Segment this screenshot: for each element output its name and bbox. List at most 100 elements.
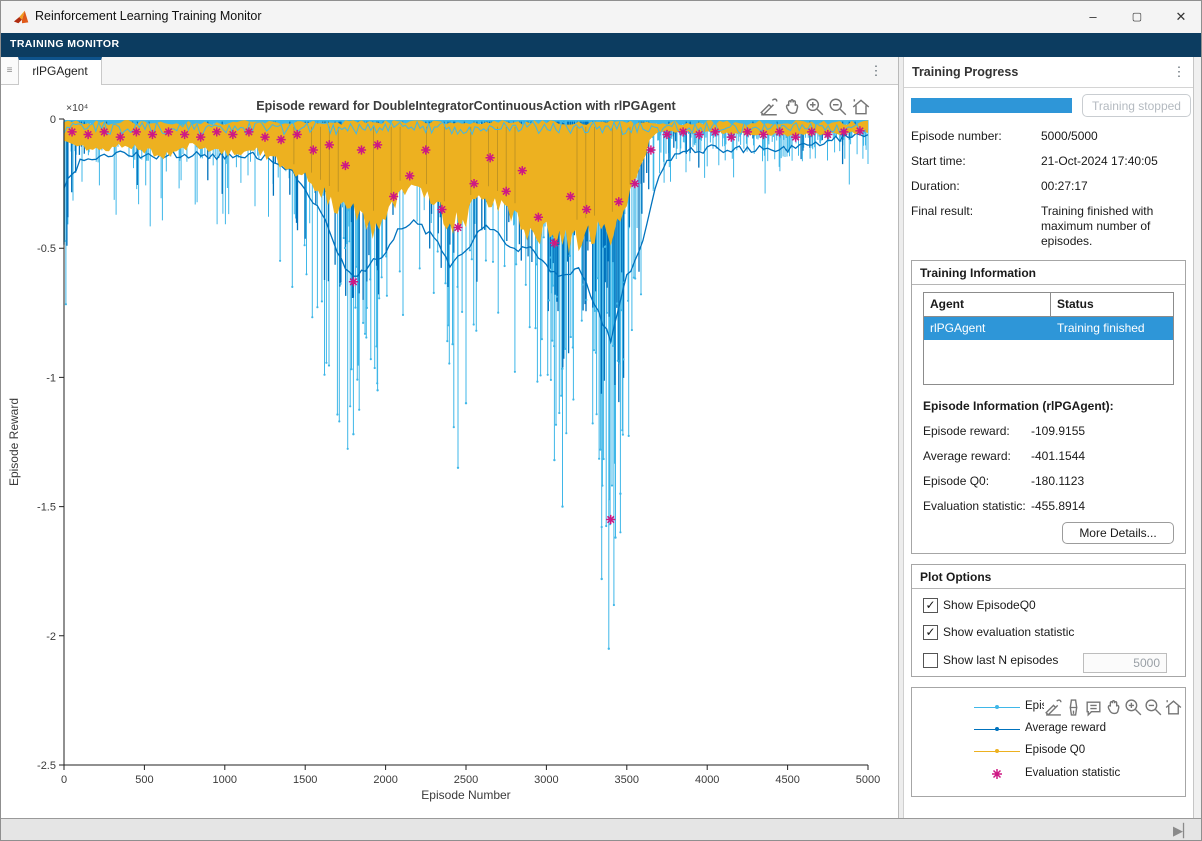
checkbox-label: Show last N episodes [943, 653, 1058, 667]
svg-text:0: 0 [61, 774, 67, 786]
panel-menu-icon[interactable]: ⋮ [1171, 65, 1187, 79]
svg-text:Episode Reward: Episode Reward [7, 398, 21, 486]
close-button[interactable]: ✕ [1159, 1, 1202, 33]
datatip-icon[interactable] [1084, 698, 1103, 717]
toolstrip-tab-training-monitor[interactable]: TRAINING MONITOR [10, 38, 119, 50]
field-label: Start time: [911, 154, 966, 168]
collapsed-panel-gutter[interactable] [1193, 57, 1202, 818]
stat-label: Average reward: [923, 449, 1011, 463]
legend-label: Episode Q0 [1025, 744, 1085, 756]
svg-text:3000: 3000 [534, 774, 558, 786]
progress-fill [911, 98, 1072, 113]
svg-text:5000: 5000 [856, 774, 880, 786]
stat-label: Evaluation statistic: [923, 499, 1026, 513]
training-stopped-button[interactable]: Training stopped [1082, 94, 1191, 117]
stat-label: Episode Q0: [923, 474, 989, 488]
legend-marker-dot [995, 705, 999, 709]
col-status: Status [1051, 293, 1173, 316]
tab-rlpgagent[interactable]: rlPGAgent [18, 57, 102, 85]
episode-information-title: Episode Information (rlPGAgent): [923, 399, 1114, 413]
svg-text:2000: 2000 [373, 774, 397, 786]
svg-text:3500: 3500 [615, 774, 639, 786]
training-information-card: Training Information AgentStatusrlPGAgen… [911, 260, 1186, 554]
more-details-button[interactable]: More Details... [1062, 522, 1174, 544]
title-bar: Reinforcement Learning Training Monitor … [1, 1, 1202, 33]
pan-hand-icon[interactable] [1104, 698, 1123, 717]
table-header-row: AgentStatus [924, 293, 1173, 317]
svg-text:-0.5: -0.5 [37, 243, 56, 255]
stat-value: -180.1123 [1031, 474, 1084, 488]
zoom-in-icon[interactable] [1124, 698, 1143, 717]
svg-text:Episode reward for DoubleInteg: Episode reward for DoubleIntegratorConti… [256, 99, 676, 113]
svg-text:-2: -2 [46, 631, 56, 643]
checkbox[interactable]: ✓ [923, 625, 938, 640]
brush-icon[interactable] [1064, 698, 1083, 717]
matlab-logo-icon [13, 8, 31, 26]
svg-text:×10⁴: ×10⁴ [66, 102, 88, 114]
zoom-out-icon[interactable] [1144, 698, 1163, 717]
document-tab-bar: ≡ rlPGAgent ⋮ [1, 57, 898, 85]
legend-item[interactable]: Average reward [912, 720, 1185, 740]
checkbox-label: Show EpisodeQ0 [943, 598, 1036, 612]
field-value: 00:27:17 [1041, 179, 1189, 194]
svg-text:500: 500 [135, 774, 153, 786]
training-chart-figure: Episode reward for DoubleIntegratorConti… [1, 85, 898, 818]
svg-text:-2.5: -2.5 [37, 760, 56, 772]
maximize-button[interactable]: ▢ [1115, 1, 1159, 33]
expand-panel-icon[interactable]: ▶▏ [1173, 823, 1193, 839]
home-icon[interactable] [1164, 698, 1183, 717]
training-progress-bar [911, 98, 1072, 113]
legend-item[interactable]: Episode Q0 [912, 742, 1185, 762]
legend-item[interactable]: Evaluation statistic [912, 765, 1185, 785]
legend-card: Episode rewardAverage rewardEpisode Q0Ev… [911, 687, 1186, 797]
svg-text:1500: 1500 [293, 774, 317, 786]
app-window: Reinforcement Learning Training Monitor … [0, 0, 1202, 841]
checkbox[interactable]: ✓ [923, 598, 938, 613]
training-information-title: Training Information [912, 261, 1185, 285]
table-row[interactable]: rlPGAgentTraining finished [924, 317, 1173, 340]
zoom-in-icon[interactable] [805, 97, 825, 117]
panel-title: Training Progress [912, 65, 1018, 79]
tab-grip-icon[interactable]: ≡ [1, 58, 19, 84]
svg-text:2500: 2500 [454, 774, 478, 786]
cell-agent: rlPGAgent [924, 317, 1051, 340]
field-label: Duration: [911, 179, 960, 193]
status-bar: ▶▏ [1, 818, 1202, 841]
zoom-out-icon[interactable] [828, 97, 848, 117]
chart-axes-toolbar [759, 97, 879, 117]
pan-hand-icon[interactable] [782, 97, 802, 117]
legend-axes-toolbar [1044, 696, 1183, 718]
training-progress-panel: Training Progress ⋮ Training stopped Epi… [904, 57, 1193, 818]
home-icon[interactable] [851, 97, 871, 117]
checkbox-label: Show evaluation statistic [943, 625, 1074, 639]
minimize-button[interactable]: – [1071, 1, 1115, 33]
legend-marker-dot [995, 749, 999, 753]
checkbox[interactable] [923, 653, 938, 668]
legend-label: Average reward [1025, 722, 1106, 734]
svg-text:1000: 1000 [213, 774, 237, 786]
export-pen-icon[interactable] [759, 97, 779, 117]
svg-text:-1: -1 [46, 372, 56, 384]
svg-text:-1.5: -1.5 [37, 502, 56, 514]
tab-bar-menu-icon[interactable]: ⋮ [868, 64, 884, 78]
last-n-episodes-input[interactable] [1083, 653, 1167, 673]
panel-header: Training Progress ⋮ [904, 57, 1193, 88]
plot-options-card: Plot Options ✓Show EpisodeQ0✓Show evalua… [911, 564, 1186, 677]
stat-value: -455.8914 [1031, 499, 1085, 513]
stat-value: -401.1544 [1031, 449, 1085, 463]
svg-text:Episode Number: Episode Number [421, 788, 510, 802]
field-label: Final result: [911, 204, 973, 218]
field-value: Training finished with maximum number of… [1041, 204, 1189, 249]
field-value: 5000/5000 [1041, 129, 1189, 144]
field-label: Episode number: [911, 129, 1002, 143]
legend-label: Evaluation statistic [1025, 767, 1120, 779]
legend-marker-dot [995, 727, 999, 731]
export-pen-icon[interactable] [1044, 698, 1063, 717]
col-agent: Agent [924, 293, 1051, 316]
stat-value: -109.9155 [1031, 424, 1085, 438]
cell-status: Training finished [1051, 317, 1173, 340]
svg-text:4500: 4500 [775, 774, 799, 786]
episode-reward-chart[interactable]: Episode reward for DoubleIntegratorConti… [1, 85, 898, 818]
stat-label: Episode reward: [923, 424, 1010, 438]
svg-text:4000: 4000 [695, 774, 719, 786]
